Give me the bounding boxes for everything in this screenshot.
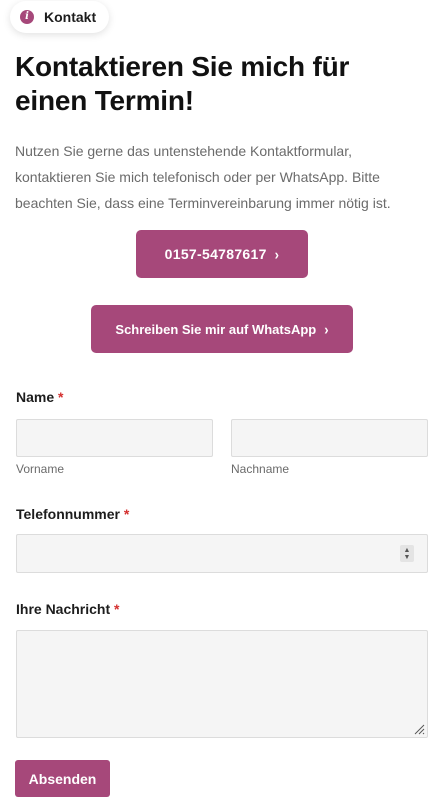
chevron-right-icon: › (324, 320, 329, 338)
phone-button-label: 0157-54787617 (164, 246, 267, 262)
breadcrumb-badge: i Kontakt (10, 1, 109, 33)
first-name-input[interactable] (16, 419, 213, 457)
chevron-right-icon: › (274, 245, 280, 263)
intro-text: Nutzen Sie gerne das untenstehende Konta… (15, 143, 391, 211)
name-label: Name * (16, 389, 63, 405)
phone-button[interactable]: 0157-54787617 › (136, 230, 308, 278)
message-textarea[interactable] (16, 630, 428, 738)
submit-button[interactable]: Absenden (15, 760, 110, 797)
required-mark: * (114, 601, 120, 617)
required-mark: * (123, 506, 130, 522)
resize-handle-icon[interactable] (413, 723, 425, 735)
message-label: Ihre Nachricht * (16, 601, 119, 617)
name-label-text: Name (16, 389, 55, 405)
badge-label: Kontakt (44, 9, 97, 25)
last-name-input[interactable] (231, 419, 428, 457)
number-spinner-icon[interactable]: ▲ ▼ (400, 545, 414, 562)
phone-label: Telefonnummer * (16, 506, 129, 522)
required-mark: * (58, 389, 64, 405)
page-title: Kontaktieren Sie mich für einen Termin! (15, 51, 350, 116)
phone-input[interactable]: ▲ ▼ (16, 534, 428, 573)
whatsapp-button[interactable]: Schreiben Sie mir auf WhatsApp › (91, 305, 353, 353)
whatsapp-button-label: Schreiben Sie mir auf WhatsApp (115, 321, 317, 337)
info-icon: i (20, 10, 34, 24)
message-label-text: Ihre Nachricht (16, 601, 111, 617)
first-name-sublabel: Vorname (16, 462, 65, 476)
last-name-sublabel: Nachname (231, 462, 290, 476)
phone-label-text: Telefonnummer (16, 506, 120, 522)
